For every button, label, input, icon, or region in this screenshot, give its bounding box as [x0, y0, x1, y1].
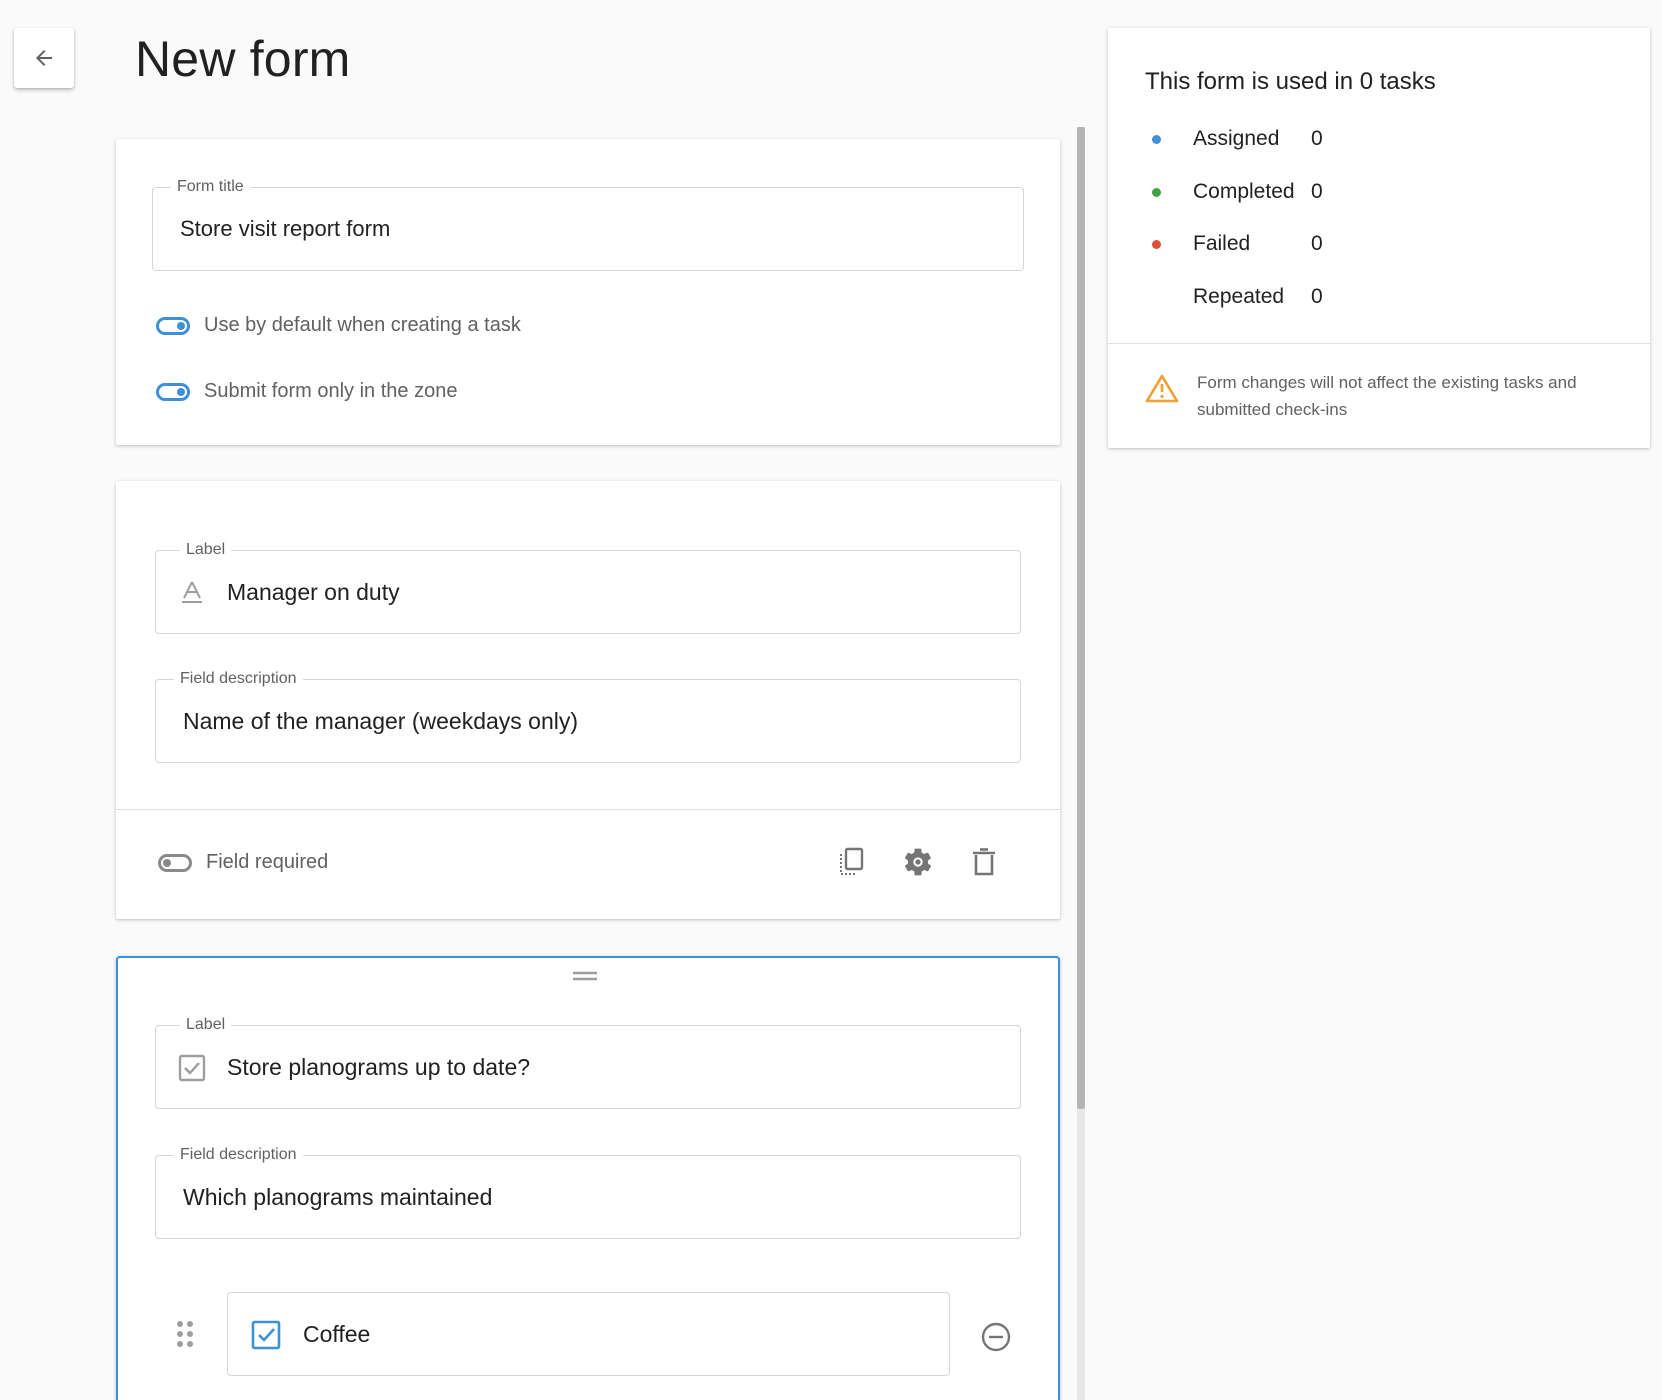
checkbox-checked-icon[interactable]: [251, 1320, 281, 1350]
settings-button[interactable]: [900, 844, 936, 880]
description-value: Which planograms maintained: [183, 1183, 493, 1210]
stat-name: Failed: [1193, 232, 1251, 255]
description-field[interactable]: Field description Which planograms maint…: [155, 1146, 1021, 1239]
text-format-icon: [182, 581, 202, 603]
status-dot-icon: [1152, 293, 1161, 302]
warning-note: Form changes will not affect the existin…: [1145, 373, 1617, 423]
option-field[interactable]: Coffee: [227, 1292, 950, 1376]
status-dot-icon: [1152, 239, 1161, 249]
warning-icon: [1145, 374, 1179, 403]
stat-name: Assigned: [1193, 127, 1280, 150]
description-value: Name of the manager (weekdays only): [183, 707, 579, 734]
label-value: Manager on duty: [227, 578, 400, 605]
warning-text: Form changes will not affect the existin…: [1197, 373, 1577, 419]
trash-icon: [973, 848, 995, 876]
toggle-switch-icon: [156, 316, 190, 335]
default-task-toggle-label: Use by default when creating a task: [204, 314, 521, 336]
card-divider: [116, 809, 1060, 810]
checkbox-field-card[interactable]: Label Store planograms up to date? Field…: [116, 956, 1060, 1400]
duplicate-icon: [840, 847, 864, 875]
stat-value: 0: [1311, 232, 1323, 255]
scrollbar[interactable]: [1077, 127, 1085, 1400]
drag-dots-icon[interactable]: [175, 1320, 195, 1348]
stats-title: This form is used in 0 tasks: [1145, 68, 1436, 95]
toggle-switch-icon: [158, 853, 192, 872]
usage-stats-card: This form is used in 0 tasks Assigned 0 …: [1108, 28, 1650, 448]
drag-handle-icon[interactable]: [572, 970, 598, 982]
label-value: Store planograms up to date?: [227, 1053, 531, 1080]
label-caption: Label: [180, 541, 232, 559]
stats-divider: [1108, 343, 1650, 344]
stat-name: Repeated: [1193, 285, 1285, 308]
stat-value: 0: [1311, 285, 1323, 308]
field-required-label: Field required: [206, 851, 329, 873]
form-settings-card: Form title Store visit report form Use b…: [116, 139, 1060, 445]
stat-name: Completed: [1193, 180, 1295, 203]
toggle-switch-icon: [156, 382, 190, 401]
status-dot-icon: [1152, 134, 1161, 144]
back-button[interactable]: [14, 28, 74, 88]
option-label: Coffee: [303, 1320, 371, 1347]
zone-only-toggle[interactable]: Submit form only in the zone: [156, 380, 457, 403]
stat-row-completed: Completed 0: [1152, 180, 1323, 204]
stat-value: 0: [1311, 180, 1323, 203]
text-field-card: Label Manager on duty Field description …: [116, 481, 1060, 919]
stat-row-assigned: Assigned 0: [1152, 127, 1323, 151]
description-field[interactable]: Field description Name of the manager (w…: [155, 670, 1021, 763]
remove-option-button[interactable]: [978, 1319, 1014, 1355]
label-caption: Label: [180, 1016, 232, 1034]
form-title-field[interactable]: Form title Store visit report form: [152, 178, 1024, 271]
scrollbar-thumb[interactable]: [1077, 127, 1085, 1109]
duplicate-button[interactable]: [834, 844, 870, 880]
page-title: New form: [135, 31, 351, 87]
stat-value: 0: [1311, 127, 1323, 150]
remove-circle-icon: [981, 1322, 1011, 1352]
arrow-left-icon: [36, 50, 52, 66]
delete-button[interactable]: [966, 844, 1002, 880]
zone-only-toggle-label: Submit form only in the zone: [204, 380, 458, 402]
form-title-value: Store visit report form: [180, 216, 391, 241]
status-dot-icon: [1152, 187, 1161, 197]
label-field[interactable]: Label Manager on duty: [155, 541, 1021, 634]
stat-row-repeated: Repeated 0: [1152, 285, 1323, 309]
default-task-toggle[interactable]: Use by default when creating a task: [156, 314, 521, 337]
checkbox-icon: [178, 1054, 206, 1082]
gear-icon: [904, 848, 931, 876]
field-required-toggle[interactable]: Field required: [158, 851, 328, 874]
stat-row-failed: Failed 0: [1152, 232, 1323, 256]
label-field[interactable]: Label Store planograms up to date?: [155, 1016, 1021, 1109]
